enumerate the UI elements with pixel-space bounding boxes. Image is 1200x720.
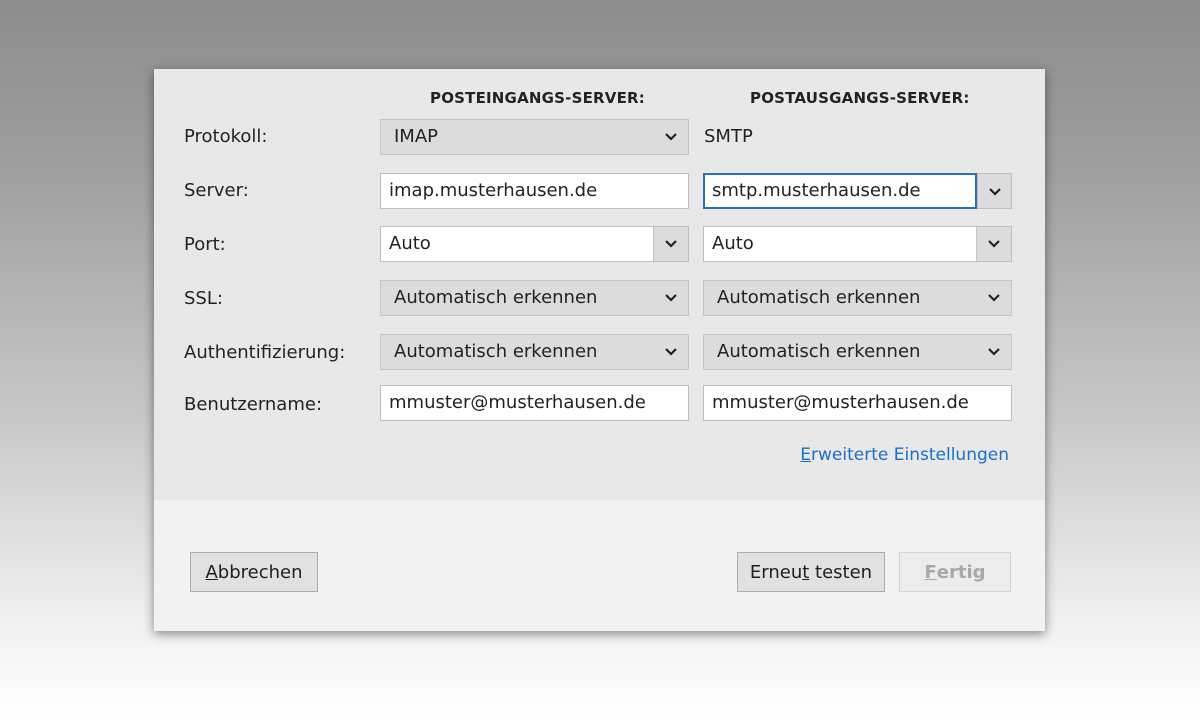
advanced-settings-link[interactable]: Erweiterte Einstellungen [800,445,1009,465]
incoming-username-input[interactable]: mmuster@musterhausen.de [380,385,689,421]
chevron-down-icon [977,281,1011,315]
cancel-access-key: A [205,561,218,583]
retest-text-after: testen [809,561,873,583]
outgoing-ssl-value: Automatisch erkennen [717,287,921,308]
protocol-label: Protokoll: [184,126,268,147]
incoming-ssl-select[interactable]: Automatisch erkennen [380,280,689,316]
retest-text-before: Erneu [749,561,803,583]
incoming-protocol-value: IMAP [394,126,439,147]
done-button[interactable]: Fertig [899,552,1011,592]
incoming-server-value: imap.musterhausen.de [389,180,598,201]
incoming-server-input[interactable]: imap.musterhausen.de [380,173,689,209]
outgoing-auth-select[interactable]: Automatisch erkennen [703,334,1012,370]
authentication-label: Authentifizierung: [184,342,346,363]
done-button-text: ertig [936,561,986,583]
outgoing-protocol-value: SMTP [704,126,753,147]
outgoing-server-input[interactable]: smtp.musterhausen.de [703,173,977,209]
outgoing-username-value: mmuster@musterhausen.de [712,392,969,413]
advanced-settings-link-text: rweiterte Einstellungen [811,445,1009,465]
done-access-key: F [924,561,937,583]
incoming-port-value: Auto [389,233,431,254]
incoming-username-value: mmuster@musterhausen.de [389,392,646,413]
outgoing-port-value: Auto [712,233,754,254]
incoming-server-header: POSTEINGANGS-SERVER: [430,89,645,107]
outgoing-ssl-select[interactable]: Automatisch erkennen [703,280,1012,316]
chevron-down-icon[interactable] [653,227,688,261]
retest-button[interactable]: Erneu t testen [737,552,885,592]
outgoing-server-dropdown-button[interactable] [977,173,1012,209]
incoming-protocol-select[interactable]: IMAP [380,119,689,155]
advanced-settings-access-key: E [800,445,812,465]
chevron-down-icon[interactable] [976,227,1011,261]
outgoing-server-value: smtp.musterhausen.de [712,180,921,201]
ssl-label: SSL: [184,288,223,309]
outgoing-server-header: POSTAUSGANGS-SERVER: [750,89,970,107]
incoming-auth-value: Automatisch erkennen [394,341,598,362]
username-label: Benutzername: [184,394,323,415]
incoming-auth-select[interactable]: Automatisch erkennen [380,334,689,370]
outgoing-username-input[interactable]: mmuster@musterhausen.de [703,385,1012,421]
server-label: Server: [184,180,249,201]
port-label: Port: [184,234,226,255]
chevron-down-icon [977,335,1011,369]
chevron-down-icon [654,281,688,315]
cancel-button-text: bbrechen [217,561,303,583]
dialog-footer: Abbrechen Erneu t testen Fertig [154,500,1045,631]
chevron-down-icon [988,182,1002,201]
retest-access-key: t [802,561,810,583]
chevron-down-icon [654,335,688,369]
mail-account-dialog: POSTEINGANGS-SERVER: POSTAUSGANGS-SERVER… [154,69,1045,631]
chevron-down-icon [654,120,688,154]
outgoing-auth-value: Automatisch erkennen [717,341,921,362]
cancel-button[interactable]: Abbrechen [190,552,318,592]
incoming-ssl-value: Automatisch erkennen [394,287,598,308]
incoming-port-combo[interactable]: Auto [380,226,689,262]
outgoing-port-combo[interactable]: Auto [703,226,1012,262]
